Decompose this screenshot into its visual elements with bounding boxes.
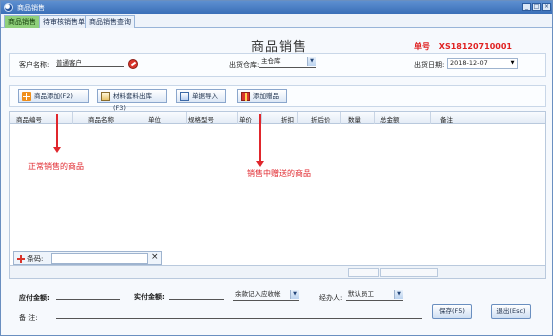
title-bar: 商品销售 _ □ × [1, 1, 552, 14]
tab-sales-query[interactable]: 商品销售查询 [85, 15, 135, 28]
warehouse-value: 主仓库 [261, 57, 281, 65]
import-button[interactable]: 单据导入 [176, 89, 226, 103]
add-product-label: 商品添加(F2) [34, 92, 73, 100]
barcode-bar: 条码: × [13, 251, 162, 265]
chevron-down-icon[interactable]: ▼ [290, 290, 299, 299]
date-label: 出货日期: [414, 61, 445, 69]
column-header[interactable]: 总金额 [380, 114, 400, 124]
annotation-arrow [256, 114, 264, 167]
column-separator[interactable] [430, 112, 431, 124]
minimize-icon[interactable]: _ [522, 3, 531, 11]
app-icon [4, 3, 13, 12]
column-header[interactable]: 商品编号 [16, 114, 42, 124]
balance-mode-select[interactable]: 余款记入应收帐 ▼ [233, 290, 299, 301]
gift-icon [241, 92, 250, 101]
import-label: 单据导入 [192, 92, 218, 100]
column-header[interactable]: 规格型号 [188, 114, 214, 124]
chevron-down-icon[interactable]: ▼ [307, 57, 316, 66]
tab-pending-review[interactable]: 待审核销售单 [39, 15, 89, 28]
grid-header: 商品编号 商品名称 单位 规格型号 单价 折扣 折后价 数量 总金额 备注 [10, 112, 545, 124]
column-separator[interactable] [237, 112, 238, 124]
column-separator[interactable] [340, 112, 341, 124]
paid-field[interactable] [169, 290, 224, 300]
warehouse-label: 出货仓库: [229, 61, 260, 69]
payable-field [56, 290, 120, 300]
tab-strip: 商品销售 待审核销售单 商品销售查询 [1, 14, 552, 28]
plus-icon [22, 92, 31, 101]
warehouse-select[interactable]: 主仓库 ▼ [259, 57, 316, 68]
barcode-input[interactable] [51, 253, 148, 264]
column-header[interactable]: 折扣 [281, 114, 294, 124]
close-icon[interactable]: × [151, 252, 159, 262]
window-title: 商品销售 [17, 4, 45, 12]
balance-mode-value: 余款记入应收帐 [235, 290, 281, 298]
maximize-icon[interactable]: □ [532, 3, 541, 11]
annotation-normal-sale: 正常销售的商品 [28, 162, 84, 171]
column-header[interactable]: 单价 [239, 114, 252, 124]
handler-label: 经办人: [319, 294, 343, 302]
column-header[interactable]: 折后价 [311, 114, 331, 124]
column-header[interactable]: 单位 [148, 114, 161, 124]
grid-summary-row [9, 266, 546, 279]
handler-value: 默认员工 [348, 290, 374, 298]
paid-label: 实付金额: [134, 293, 165, 301]
tab-sales[interactable]: 商品销售 [4, 15, 40, 28]
column-header[interactable]: 商品名称 [88, 114, 114, 124]
material-out-button[interactable]: 材料套料出库(F3) [97, 89, 167, 112]
column-separator[interactable] [297, 112, 298, 124]
pick-customer-icon[interactable] [128, 59, 138, 69]
close-icon[interactable]: × [542, 3, 551, 11]
quantity-total [348, 268, 379, 277]
order-number-label: 单号 [414, 42, 430, 51]
box-icon [101, 92, 110, 101]
column-separator[interactable] [186, 112, 187, 124]
customer-field[interactable]: 普通客户 [56, 57, 124, 67]
column-header[interactable]: 备注 [440, 114, 453, 124]
column-header[interactable]: 数量 [348, 114, 361, 124]
column-separator[interactable] [72, 112, 73, 124]
material-out-label: 材料套料出库(F3) [113, 92, 152, 112]
note-label: 备 注: [19, 314, 38, 322]
note-field[interactable] [56, 309, 422, 319]
amount-total [380, 268, 438, 277]
chevron-down-icon[interactable]: ▼ [508, 59, 517, 68]
plus-icon [17, 255, 25, 263]
annotation-arrow [53, 114, 61, 153]
customer-label: 客户名称: [19, 61, 50, 69]
order-number: 单号 XS18120710001 [414, 41, 512, 52]
date-value: 2018-12-07 [450, 59, 488, 67]
product-grid[interactable]: 商品编号 商品名称 单位 规格型号 单价 折扣 折后价 数量 总金额 备注 [9, 111, 546, 266]
add-gift-label: 添加赠品 [253, 92, 279, 100]
handler-select[interactable]: 默认员工 ▼ [346, 290, 403, 301]
chevron-down-icon[interactable]: ▼ [394, 290, 403, 299]
payable-label: 应付金额: [19, 294, 50, 302]
save-button[interactable]: 保存(F5) [432, 304, 472, 319]
exit-button[interactable]: 退出(Esc) [491, 304, 531, 319]
column-separator[interactable] [374, 112, 375, 124]
column-separator[interactable] [261, 112, 262, 124]
barcode-label: 条码: [27, 255, 44, 263]
import-icon [180, 92, 189, 101]
app-window: 商品销售 _ □ × 商品销售 待审核销售单 商品销售查询 商品销售 单号 XS… [0, 0, 553, 336]
annotation-gift: 销售中赠送的商品 [247, 169, 311, 178]
order-number-value: XS18120710001 [438, 42, 512, 51]
add-gift-button[interactable]: 添加赠品 [237, 89, 287, 103]
date-picker[interactable]: 2018-12-07 ▼ [447, 58, 518, 69]
add-product-button[interactable]: 商品添加(F2) [18, 89, 89, 103]
